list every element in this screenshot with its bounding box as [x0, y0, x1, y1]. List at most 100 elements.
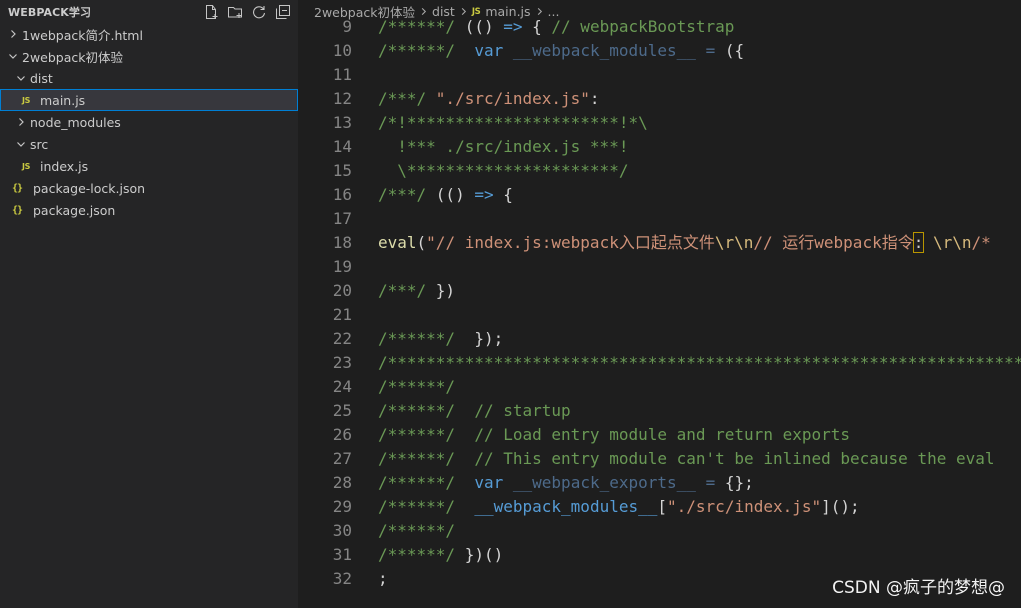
line-text: /******/ __webpack_modules__["./src/inde… [378, 495, 860, 519]
js-file-icon: JS [22, 95, 30, 105]
line-text: /******/ [378, 375, 455, 399]
tree-item-node-modules[interactable]: node_modules [0, 111, 298, 133]
tree-item-index-js[interactable]: JS index.js [0, 155, 298, 177]
code-token: /******/ // startup [378, 401, 571, 420]
code-line[interactable]: 9 /******/ (() => { // webpackBootstrap [298, 15, 1021, 39]
code-token: // webpackBootstrap [551, 17, 735, 36]
code-line[interactable]: 20 /***/ }) [298, 279, 1021, 303]
code-token: (() [435, 185, 475, 204]
code-line[interactable]: 18 eval("// index.js:webpack入口起点文件\r\n// … [298, 231, 1021, 255]
code-token: /******/ [378, 521, 456, 540]
code-line[interactable]: 12 /***/ "./src/index.js": [298, 87, 1021, 111]
new-file-icon[interactable] [201, 3, 220, 22]
code-line[interactable]: 21 [298, 303, 1021, 327]
tree-item-label: 2webpack初体验 [22, 49, 124, 65]
code-line[interactable]: 23 /*************************************… [298, 351, 1021, 375]
code-line[interactable]: 16 /***/ (() => { [298, 183, 1021, 207]
code-token: \r\n [933, 233, 972, 252]
tree-item-label: main.js [40, 92, 86, 108]
line-number: 15 [332, 161, 352, 180]
code-token: __webpack_modules__ [512, 41, 696, 60]
code-line[interactable]: 10 /******/ var __webpack_modules__ = ({ [298, 39, 1021, 63]
code-line[interactable]: 30 /******/ [298, 519, 1021, 543]
code-token: /******/ [378, 497, 465, 516]
tree-item-main-js[interactable]: JS main.js [0, 89, 298, 111]
line-text: /******/ // Load entry module and return… [378, 423, 850, 447]
code-line[interactable]: 31 /******/ })() [298, 543, 1021, 567]
code-token: /***/ [378, 89, 436, 108]
line-number: 19 [332, 257, 352, 276]
code-line[interactable]: 11 [298, 63, 1021, 87]
line-number: 32 [332, 569, 352, 588]
code-token: /*!**********************!*\ [378, 113, 648, 132]
code-token: /******/ [378, 329, 465, 348]
code-token: /******/ [378, 41, 465, 60]
line-number: 10 [332, 41, 352, 60]
code-line[interactable]: 27 /******/ // This entry module can't be… [298, 447, 1021, 471]
explorer-header: WEBPACK学习 [0, 0, 298, 24]
code-token: (() [464, 17, 504, 36]
line-text: /***************************************… [378, 351, 1021, 375]
line-text: /***/ }) [378, 279, 455, 303]
tree-item-src[interactable]: src [0, 133, 298, 155]
line-number: 26 [332, 425, 352, 444]
code-line[interactable]: 19 [298, 255, 1021, 279]
code-line[interactable]: 29 /******/ __webpack_modules__["./src/in… [298, 495, 1021, 519]
code-line[interactable]: 24 /******/ [298, 375, 1021, 399]
line-number: 18 [332, 233, 352, 252]
chevron-down-icon [14, 67, 28, 89]
code-line[interactable]: 13 /*!**********************!*\ [298, 111, 1021, 135]
code-token: })() [464, 545, 504, 564]
code-line[interactable]: 15 \**********************/ [298, 159, 1021, 183]
code-token: __webpack_exports__ [512, 473, 696, 492]
line-number: 12 [332, 89, 352, 108]
line-number: 29 [332, 497, 352, 516]
code-token: ](); [821, 497, 860, 516]
code-editor[interactable]: 2webpack初体验 dist JS main.js ... 9/******… [298, 0, 1021, 608]
refresh-icon[interactable] [249, 3, 268, 22]
tree-item-package-json[interactable]: {} package.json [0, 199, 298, 221]
code-line[interactable]: 17 [298, 207, 1021, 231]
tree-item-label: dist [30, 70, 53, 86]
watermark: CSDN @疯子的梦想@ [832, 578, 1005, 598]
tree-item-label: node_modules [30, 114, 121, 130]
tree-item-1webpack-html[interactable]: 1webpack简介.html [0, 23, 298, 45]
tree-item-package-lock-json[interactable]: {} package-lock.json [0, 177, 298, 199]
line-text: /***/ "./src/index.js": [378, 87, 600, 111]
line-text: /******/ // This entry module can't be i… [378, 447, 995, 471]
code-token: {}; [715, 473, 754, 492]
code-token: /* [971, 233, 991, 252]
tree-item-label: package.json [33, 202, 116, 218]
line-number: 14 [332, 137, 352, 156]
collapse-all-icon[interactable] [273, 3, 292, 22]
line-text: /******/ [378, 519, 455, 543]
line-number: 24 [332, 377, 352, 396]
chevron-right-icon [14, 111, 28, 133]
code-token: /******/ [378, 17, 465, 36]
code-token: /******/ [378, 377, 456, 396]
code-area[interactable]: 9/******/ (() => { // webpackBootstrap 10… [298, 15, 1021, 591]
line-number: 13 [332, 113, 352, 132]
code-token: }); [464, 329, 504, 348]
code-line[interactable]: 14 !*** ./src/index.js ***! [298, 135, 1021, 159]
code-token: : [589, 89, 600, 108]
code-token: ( [416, 233, 427, 252]
code-line[interactable]: 25 /******/ // startup [298, 399, 1021, 423]
tree-item-label: index.js [40, 158, 89, 174]
file-tree: 1webpack简介.html 2webpack初体验 dist JS main… [0, 23, 298, 221]
line-number: 23 [332, 353, 352, 372]
code-line[interactable]: 28 /******/ var __webpack_exports__ = {}; [298, 471, 1021, 495]
tree-item-2webpack-folder[interactable]: 2webpack初体验 [0, 45, 298, 67]
code-token: \**********************/ [378, 161, 629, 180]
code-line[interactable]: 22 /******/ }); [298, 327, 1021, 351]
tree-item-dist[interactable]: dist [0, 67, 298, 89]
line-text: /******/ var __webpack_modules__ = ({ [378, 39, 744, 63]
new-folder-icon[interactable] [225, 3, 244, 22]
code-line[interactable]: 26 /******/ // Load entry module and retu… [298, 423, 1021, 447]
